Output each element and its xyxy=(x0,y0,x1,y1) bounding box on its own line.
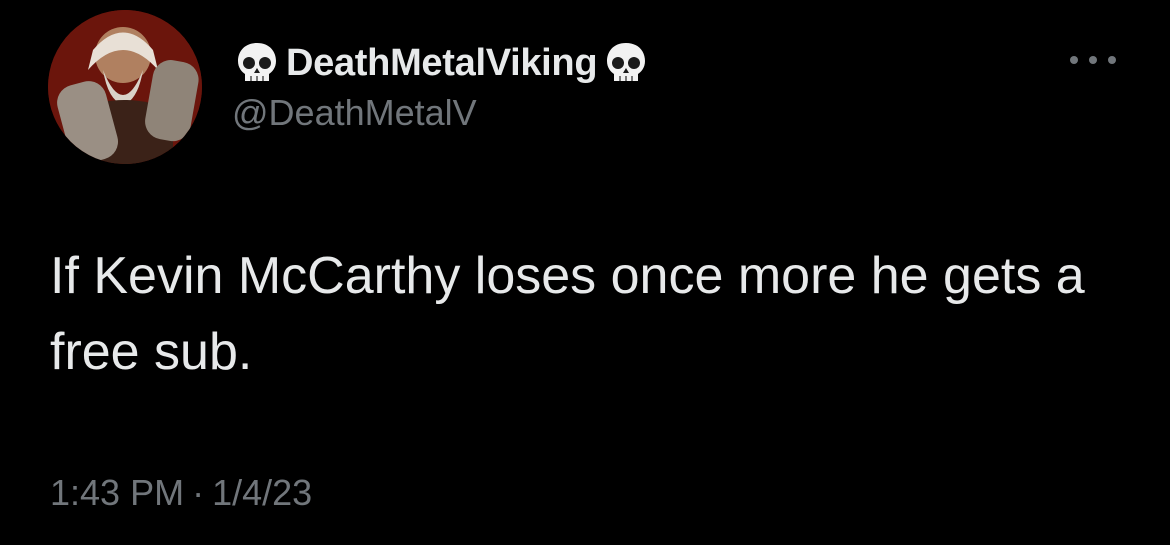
more-horizontal-icon xyxy=(1070,56,1078,64)
tweet-time[interactable]: 1:43 PM xyxy=(50,472,184,513)
more-horizontal-icon xyxy=(1108,56,1116,64)
avatar[interactable] xyxy=(48,10,202,164)
meta-separator: · xyxy=(192,472,205,513)
tweet-text: If Kevin McCarthy loses once more he get… xyxy=(50,247,1085,381)
skull-icon xyxy=(607,43,646,81)
avatar-image xyxy=(48,10,202,164)
author-handle[interactable]: @DeathMetalV xyxy=(232,92,477,134)
skull-icon xyxy=(238,43,276,81)
tweet-date[interactable]: 1/4/23 xyxy=(212,472,312,513)
more-options-button[interactable] xyxy=(1070,48,1116,72)
display-name[interactable]: DeathMetalViking xyxy=(286,42,598,85)
tweet-timestamp[interactable]: 1:43 PM · 1/4/23 xyxy=(50,472,312,514)
author-name-row[interactable]: DeathMetalViking xyxy=(232,38,651,88)
more-horizontal-icon xyxy=(1089,56,1097,64)
